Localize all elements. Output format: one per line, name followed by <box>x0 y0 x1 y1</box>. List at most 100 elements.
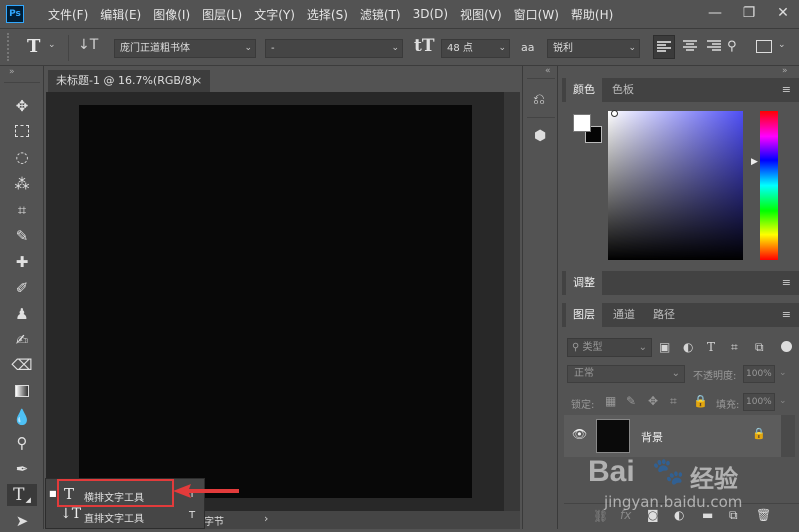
type-tool-preset-icon[interactable]: T <box>27 36 40 57</box>
crop-tool-icon[interactable]: ⌗ <box>10 199 34 221</box>
menu-image[interactable]: 图像(I) <box>153 6 190 23</box>
menu-filter[interactable]: 滤镜(T) <box>360 6 401 23</box>
hue-slider-handle[interactable]: ▶ <box>751 157 758 167</box>
collapse-toolbar-icon[interactable]: » <box>9 67 15 77</box>
panel-menu-icon[interactable]: ≡ <box>782 276 791 289</box>
preset-chevron-icon[interactable]: ⌄ <box>48 40 56 50</box>
opacity-value: 100% <box>746 369 772 379</box>
color-spectrum-field[interactable] <box>608 111 743 260</box>
fill-field[interactable]: 100% <box>743 393 775 411</box>
eraser-tool-icon[interactable]: ⌫ <box>10 354 34 376</box>
collapse-dock-icon[interactable]: » <box>782 66 788 76</box>
close-window-button[interactable]: ✕ <box>773 3 793 23</box>
lock-position-icon[interactable]: ✥ <box>648 394 658 408</box>
layer-row-background[interactable]: 👁 背景 🔒 <box>564 415 781 457</box>
menu-window[interactable]: 窗口(W) <box>514 6 559 23</box>
antialias-icon: aa <box>521 41 535 54</box>
gradient-tool-icon[interactable] <box>10 380 34 402</box>
expand-panels-icon[interactable]: « <box>545 66 551 76</box>
menu-help[interactable]: 帮助(H) <box>571 6 613 23</box>
font-style-value: - <box>271 43 275 54</box>
document-tab[interactable]: 未标题-1 @ 16.7%(RGB/8) × <box>48 70 210 92</box>
opacity-field[interactable]: 100% <box>743 365 775 383</box>
lock-transparent-icon[interactable]: ▦ <box>605 394 616 408</box>
tab-paths[interactable]: 路径 <box>646 303 682 327</box>
filter-type-icon[interactable]: T <box>707 340 715 354</box>
vertical-scrollbar[interactable] <box>504 92 520 529</box>
menu-type[interactable]: 文字(Y) <box>254 6 295 23</box>
fill-chevron-icon[interactable]: ⌄ <box>779 396 787 406</box>
search-icon[interactable]: ⚲ <box>727 39 737 54</box>
watermark-brand-suffix: 经验 <box>690 465 738 493</box>
tab-swatches[interactable]: 色板 <box>605 78 641 102</box>
lock-all-icon[interactable]: 🔒 <box>693 394 708 408</box>
history-brush-tool-icon[interactable]: ✍ <box>10 329 34 351</box>
blend-mode-select[interactable]: 正常 ⌄ <box>567 365 685 383</box>
eyedropper-tool-icon[interactable]: ✎ <box>10 225 34 247</box>
menu-select[interactable]: 选择(S) <box>307 6 348 23</box>
3d-panel-icon[interactable]: ⬢ <box>534 128 546 144</box>
tab-channels[interactable]: 通道 <box>606 303 642 327</box>
layers-scrollbar[interactable] <box>781 415 795 457</box>
restore-button[interactable]: ❐ <box>739 3 759 23</box>
chevron-down-icon: ⌄ <box>638 342 647 353</box>
foreground-color-swatch[interactable] <box>573 114 591 132</box>
minimize-button[interactable]: — <box>705 3 725 23</box>
clone-stamp-tool-icon[interactable]: ♟ <box>10 303 34 325</box>
menu-3d[interactable]: 3D(D) <box>413 7 448 21</box>
document-canvas[interactable] <box>79 105 472 498</box>
filter-smart-object-icon[interactable]: ⧉ <box>755 340 764 355</box>
healing-brush-tool-icon[interactable]: ✚ <box>10 251 34 273</box>
visibility-eye-icon[interactable]: 👁 <box>572 427 587 441</box>
opacity-chevron-icon[interactable]: ⌄ <box>779 368 787 378</box>
brush-tool-icon[interactable]: ✐ <box>10 277 34 299</box>
type-tool-icon[interactable]: T ◢ <box>7 484 37 506</box>
options-more-chevron-icon[interactable]: ⌄ <box>778 40 786 50</box>
filter-toggle-icon[interactable] <box>781 341 792 352</box>
move-tool-icon[interactable]: ✥ <box>10 95 34 117</box>
panel-menu-icon[interactable]: ≡ <box>782 308 791 321</box>
tab-color[interactable]: 颜色 <box>566 78 602 102</box>
menu-layer[interactable]: 图层(L) <box>202 6 242 23</box>
panel-menu-icon[interactable]: ≡ <box>782 83 791 96</box>
font-family-select[interactable]: 庞门正道粗书体 ⌄ <box>114 39 256 58</box>
character-panel-toggle-icon[interactable] <box>756 40 772 53</box>
hue-slider[interactable] <box>760 111 778 260</box>
font-style-select[interactable]: - ⌄ <box>265 39 403 58</box>
magic-wand-tool-icon[interactable]: ⁂ <box>10 173 34 195</box>
separator <box>68 35 69 61</box>
lock-paint-icon[interactable]: ✎ <box>626 394 636 408</box>
chevron-down-icon: ⌄ <box>244 43 252 53</box>
orientation-toggle-icon[interactable]: ↓T <box>78 37 98 53</box>
tab-adjustments[interactable]: 调整 <box>566 271 602 295</box>
font-size-select[interactable]: 48 点 ⌄ <box>441 39 510 58</box>
baidu-jingyan-watermark: Bai 🐾 经验 jingyan.baidu.com <box>588 455 796 529</box>
layer-filter-select[interactable]: ⚲ 类型 ⌄ <box>567 338 652 357</box>
chevron-down-icon: ⌄ <box>498 43 506 53</box>
tab-layers[interactable]: 图层 <box>566 303 602 327</box>
history-panel-icon[interactable]: ⎌ <box>533 90 545 108</box>
color-picker-handle[interactable] <box>611 110 618 117</box>
align-center-button[interactable] <box>680 35 702 59</box>
menu-file[interactable]: 文件(F) <box>48 6 88 23</box>
pen-tool-icon[interactable]: ✒ <box>10 458 34 480</box>
menu-view[interactable]: 视图(V) <box>460 6 502 23</box>
vertical-type-tool-item[interactable]: ↓T 直排文字工具 T <box>46 506 206 525</box>
menu-edit[interactable]: 编辑(E) <box>100 6 141 23</box>
highlight-box <box>57 479 174 507</box>
blur-tool-icon[interactable]: 💧 <box>10 406 34 428</box>
dodge-tool-icon[interactable]: ⚲ <box>10 432 34 454</box>
lasso-tool-icon[interactable]: ◌ <box>10 146 34 168</box>
close-tab-icon[interactable]: × <box>193 70 202 92</box>
lock-artboard-icon[interactable]: ⌗ <box>670 394 677 409</box>
antialias-select[interactable]: 锐利 ⌄ <box>547 39 640 58</box>
filter-adjustment-icon[interactable]: ◐ <box>683 340 693 354</box>
options-grip[interactable] <box>7 33 13 61</box>
filter-shape-icon[interactable]: ⌗ <box>731 340 738 355</box>
filter-pixel-icon[interactable]: ▣ <box>659 340 670 354</box>
marquee-tool-icon[interactable] <box>10 120 34 142</box>
status-menu-chevron-icon[interactable]: › <box>264 512 268 525</box>
align-left-button[interactable] <box>653 35 675 59</box>
document-tab-title: 未标题-1 @ 16.7%(RGB/8) <box>56 74 196 87</box>
align-right-button[interactable] <box>704 35 726 59</box>
